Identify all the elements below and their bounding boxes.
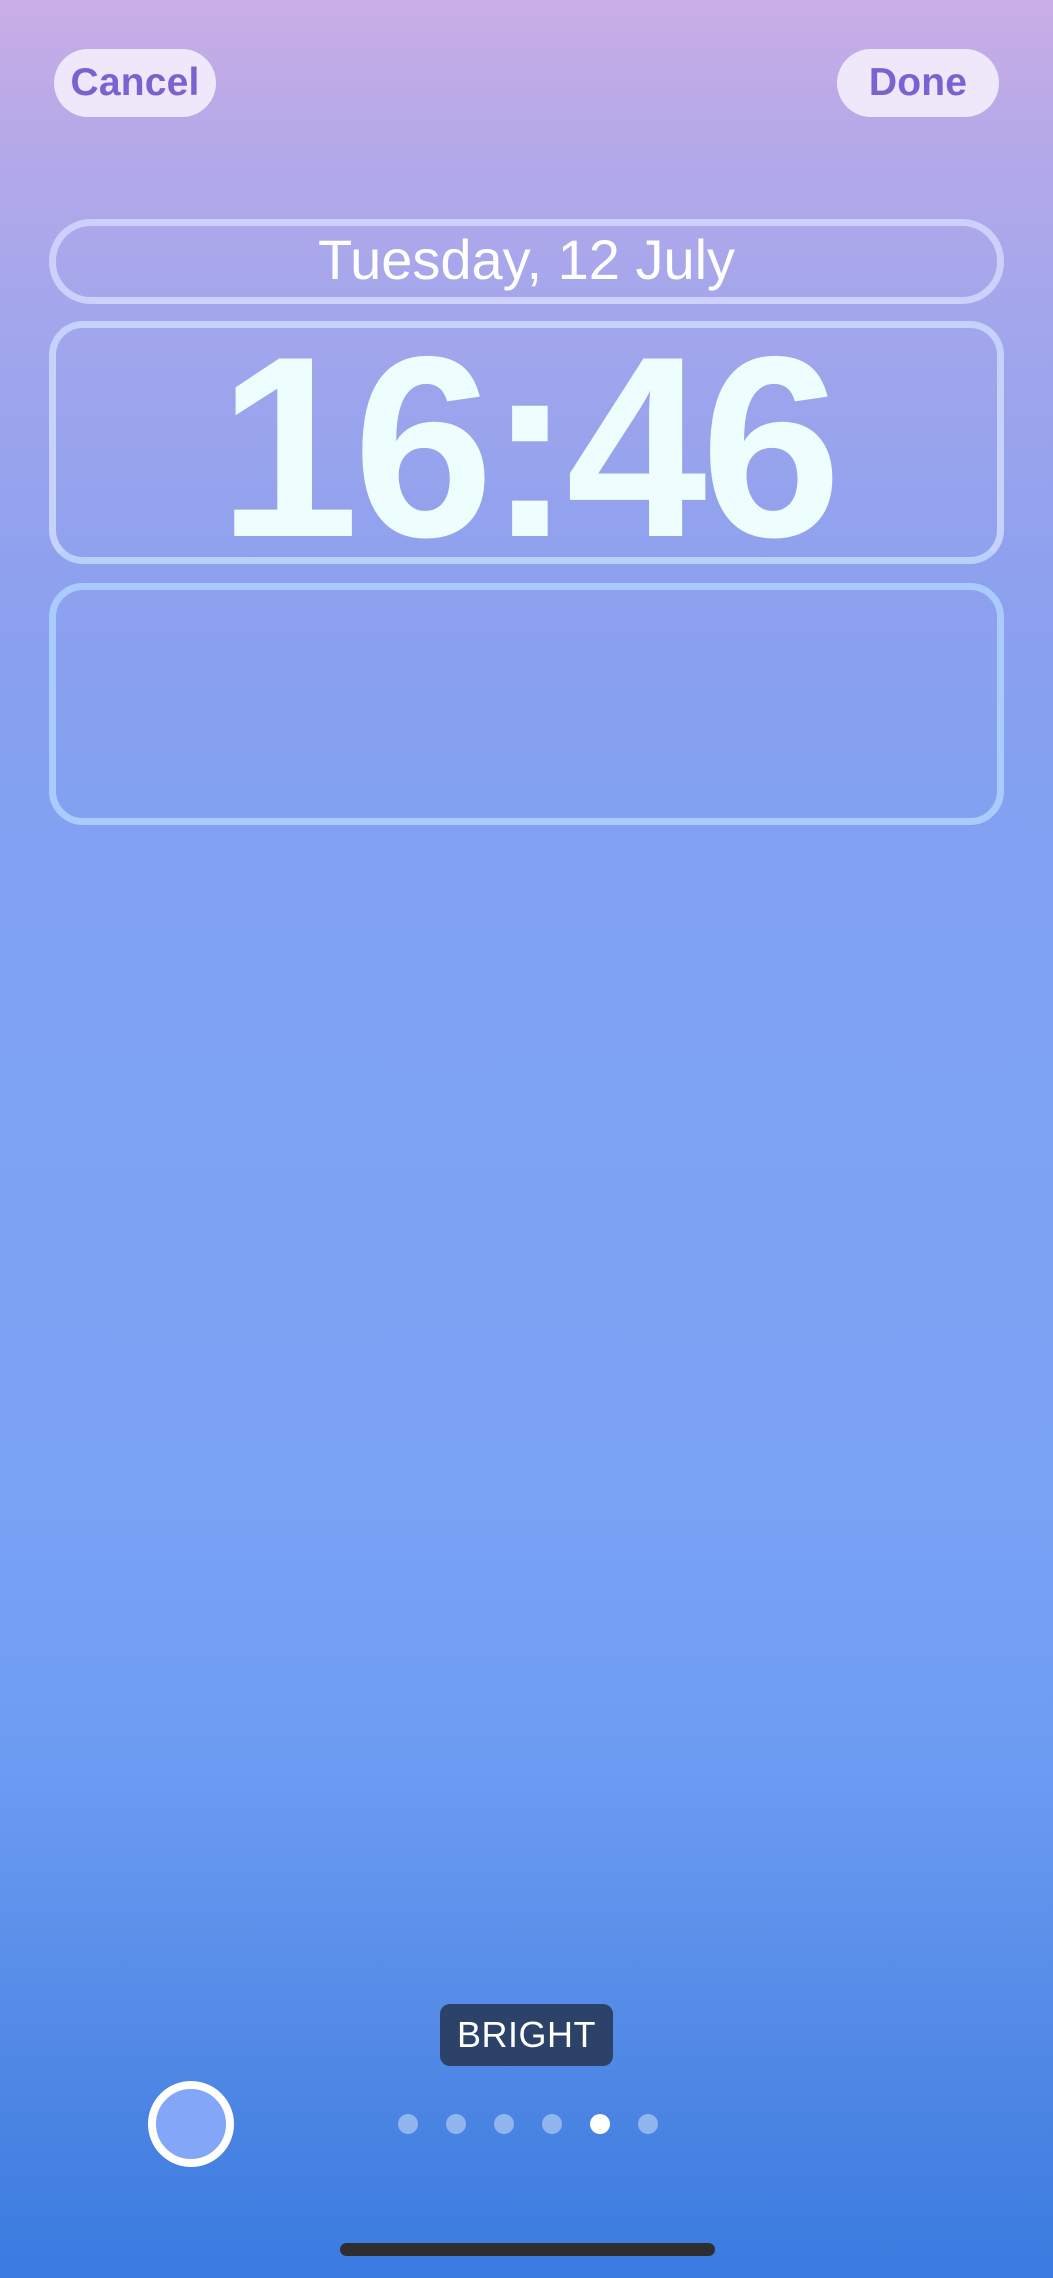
clock-time: 16:46 bbox=[217, 321, 841, 564]
page-indicator[interactable] bbox=[398, 2114, 658, 2134]
page-dot[interactable] bbox=[590, 2114, 610, 2134]
clock-frame[interactable]: 16:46 bbox=[49, 321, 1004, 564]
page-dot[interactable] bbox=[638, 2114, 658, 2134]
page-dot[interactable] bbox=[446, 2114, 466, 2134]
color-swatch-button[interactable] bbox=[148, 2081, 234, 2167]
done-button[interactable]: Done bbox=[837, 49, 999, 117]
date-widget-frame[interactable]: Tuesday, 12 July bbox=[49, 219, 1004, 304]
home-indicator[interactable] bbox=[340, 2243, 715, 2256]
page-dot[interactable] bbox=[398, 2114, 418, 2134]
widgets-frame[interactable] bbox=[49, 583, 1004, 825]
style-name-badge: BRIGHT bbox=[440, 2004, 613, 2066]
cancel-button[interactable]: Cancel bbox=[54, 49, 216, 117]
page-dot[interactable] bbox=[542, 2114, 562, 2134]
date-label: Tuesday, 12 July bbox=[317, 227, 736, 291]
page-dot[interactable] bbox=[494, 2114, 514, 2134]
